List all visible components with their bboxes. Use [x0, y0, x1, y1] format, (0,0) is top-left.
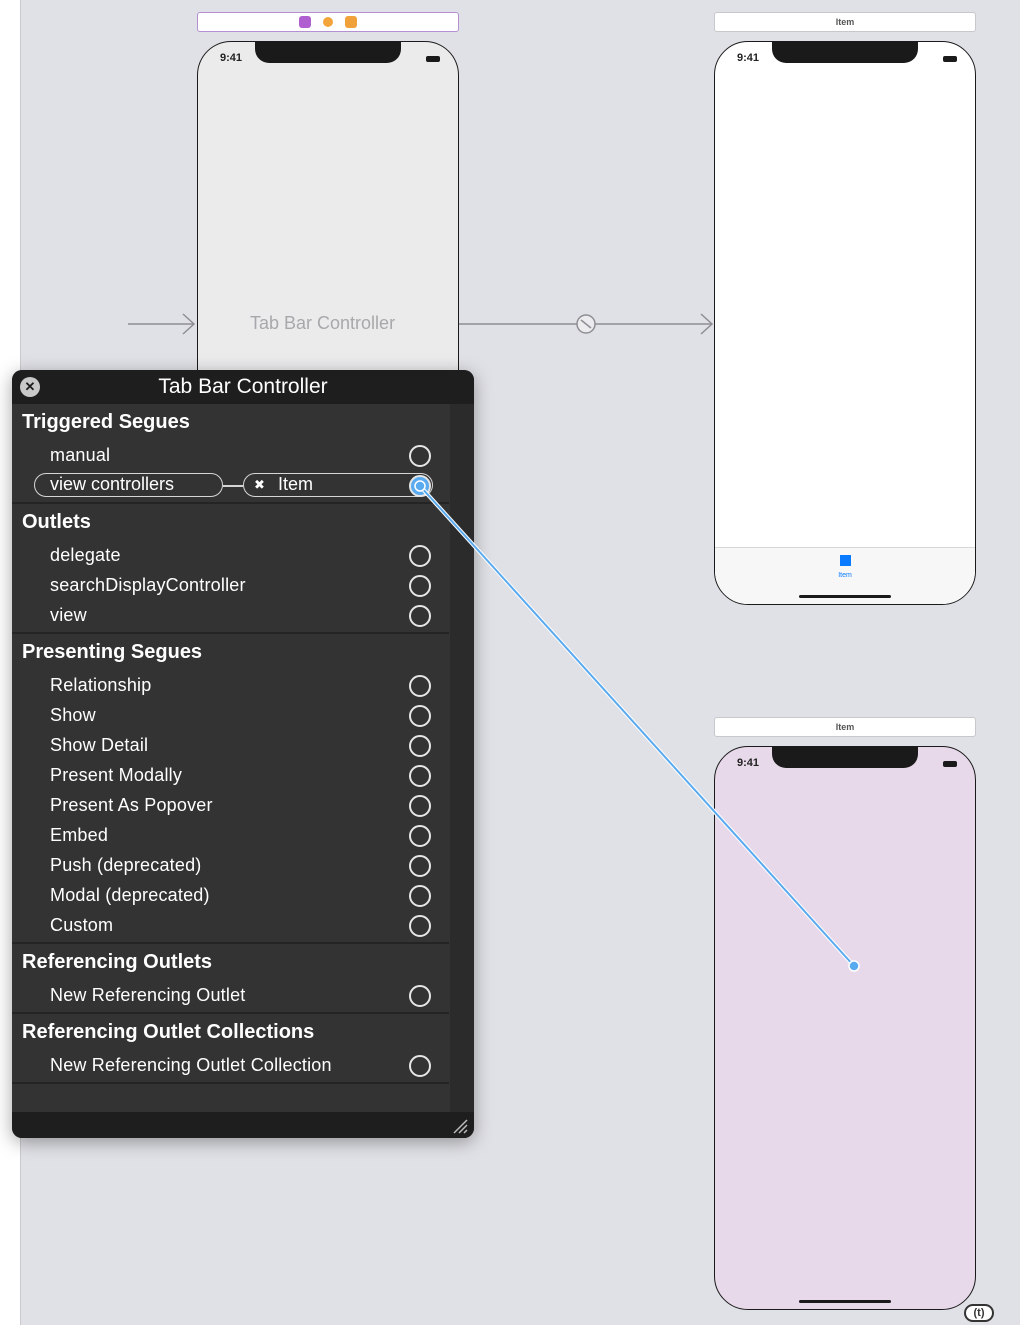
- segue-label-custom: Custom: [50, 915, 114, 935]
- outlet-label-manual: manual: [50, 445, 111, 465]
- connection-circle-delegate[interactable]: [409, 545, 431, 567]
- canvas-badge[interactable]: (t): [964, 1304, 994, 1322]
- section-title-triggered-segues: Triggered Segues: [22, 411, 190, 433]
- segue-label-present-as-popover: Present As Popover: [50, 795, 213, 815]
- new-referencing-outlet-collection-label: New Referencing Outlet Collection: [50, 1055, 332, 1075]
- connection-circle-relationship[interactable]: [409, 675, 431, 697]
- connection-circle-new-referencing-outlet[interactable]: [409, 985, 431, 1007]
- resize-grip-icon[interactable]: [452, 1118, 468, 1134]
- section-divider: [12, 1012, 449, 1014]
- hud-footer: [12, 1112, 474, 1138]
- connection-circle-modal-deprecated[interactable]: [409, 885, 431, 907]
- section-divider: [12, 632, 449, 634]
- segue-label-show: Show: [50, 705, 96, 725]
- relationship-segue-icon: [576, 314, 596, 334]
- segue-label-present-modally: Present Modally: [50, 765, 183, 785]
- hud-scrollbar[interactable]: [450, 404, 474, 1112]
- connected-item-pill[interactable]: ✖ Item: [243, 473, 433, 497]
- connection-circle-manual[interactable]: [409, 445, 431, 467]
- hud-title: Tab Bar Controller: [158, 375, 328, 398]
- disconnect-icon[interactable]: ✖: [254, 474, 265, 495]
- connection-circle-custom[interactable]: [409, 915, 431, 937]
- connection-circle-view-controllers[interactable]: [409, 475, 431, 497]
- section-divider: [12, 502, 449, 504]
- outlet-label-delegate: delegate: [50, 545, 121, 565]
- connection-circle-view[interactable]: [409, 605, 431, 627]
- connection-circle-new-referencing-outlet-collection[interactable]: [409, 1055, 431, 1077]
- connection-circle-push-deprecated[interactable]: [409, 855, 431, 877]
- new-referencing-outlet-label: New Referencing Outlet: [50, 985, 246, 1005]
- connected-item-label: Item: [278, 474, 314, 494]
- segue-label-modal-deprecated: Modal (deprecated): [50, 885, 210, 905]
- section-title-outlets: Outlets: [22, 511, 91, 533]
- section-divider: [12, 942, 449, 944]
- view-controllers-pill[interactable]: view controllers: [34, 473, 223, 497]
- section-title-presenting-segues: Presenting Segues: [22, 641, 203, 663]
- connection-circle-show[interactable]: [409, 705, 431, 727]
- section-title-referencing-outlets: Referencing Outlets: [22, 951, 213, 973]
- segue-label-relationship: Relationship: [50, 675, 152, 695]
- section-divider: [12, 1082, 449, 1084]
- connection-circle-present-modally[interactable]: [409, 765, 431, 787]
- connections-hud[interactable]: ✕ Tab Bar Controller Triggered Segues ma…: [12, 370, 474, 1138]
- hud-titlebar[interactable]: ✕ Tab Bar Controller: [12, 370, 474, 404]
- connection-circle-show-detail[interactable]: [409, 735, 431, 757]
- segue-label-push-deprecated: Push (deprecated): [50, 855, 202, 875]
- outlet-label-view: view: [50, 605, 87, 625]
- connection-circle-present-as-popover[interactable]: [409, 795, 431, 817]
- segue-label-show-detail: Show Detail: [50, 735, 149, 755]
- outlet-label-search-display-controller: searchDisplayController: [50, 575, 246, 595]
- pill-connector: [223, 485, 243, 487]
- connection-circle-embed[interactable]: [409, 825, 431, 847]
- connection-circle-search-display-controller[interactable]: [409, 575, 431, 597]
- section-title-referencing-outlet-collections: Referencing Outlet Collections: [22, 1021, 315, 1043]
- segue-label-embed: Embed: [50, 825, 109, 845]
